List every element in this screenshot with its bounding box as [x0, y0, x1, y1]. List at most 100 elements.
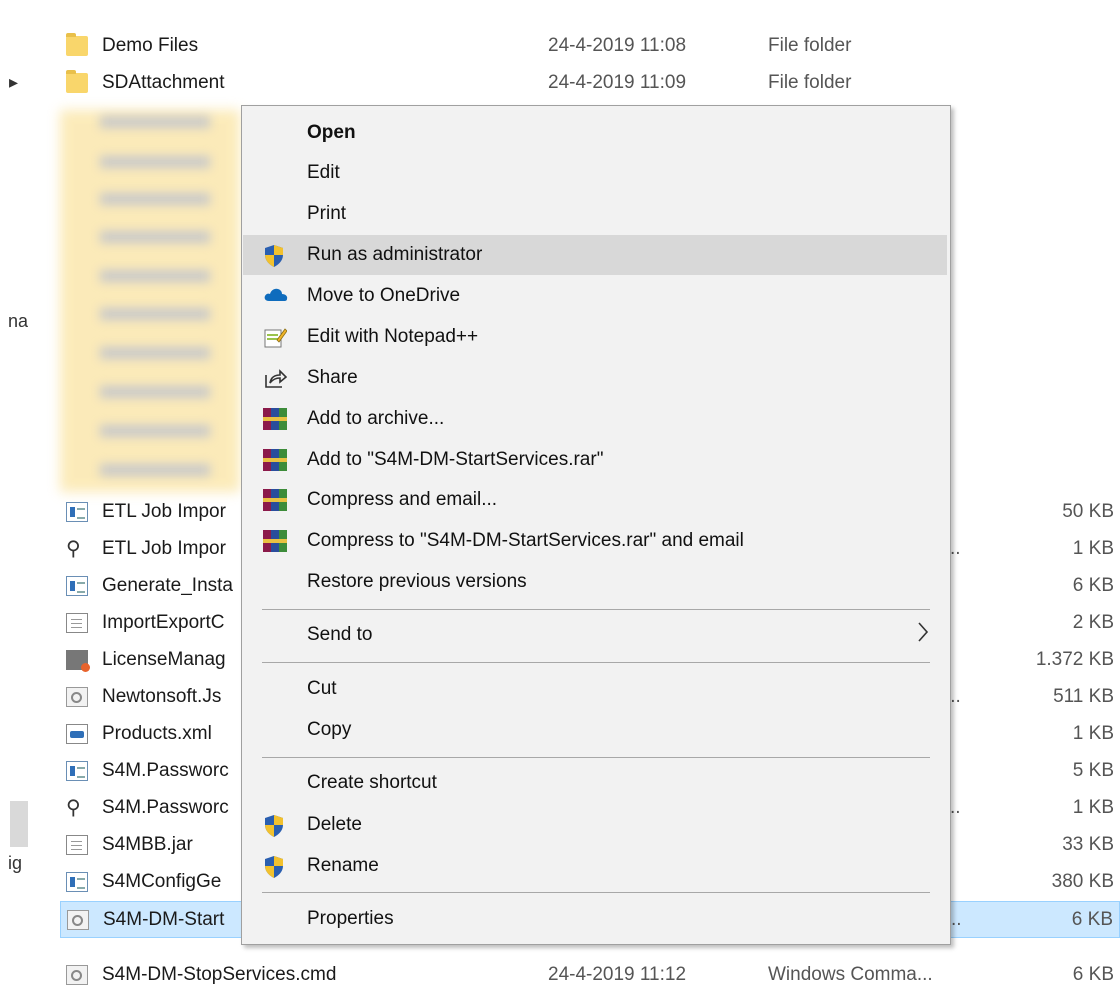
menu-item-label: Send to	[307, 624, 373, 645]
menu-item-print[interactable]: Print	[243, 194, 947, 234]
menu-item-run-as-administrator[interactable]: Run as administrator	[243, 235, 947, 275]
file-size: 6 KB	[1072, 964, 1114, 985]
nav-selected-item[interactable]	[10, 801, 28, 847]
file-date: 24-4-2019 11:08	[548, 35, 687, 56]
nav-item-fragment[interactable]: na	[8, 311, 28, 332]
menu-item-label: Move to OneDrive	[307, 285, 461, 306]
menu-item-label: Print	[307, 203, 347, 224]
folder-icon	[66, 70, 88, 93]
menu-item-label: Compress to "S4M-DM-StartServices.rar" a…	[307, 530, 744, 551]
file-size: 6 KB	[1071, 909, 1113, 930]
menu-item-compress-to-rar-and-email[interactable]: Compress to "S4M-DM-StartServices.rar" a…	[243, 521, 947, 561]
menu-item-restore-previous-versions[interactable]: Restore previous versions	[243, 562, 947, 602]
file-size: 511 KB	[1053, 686, 1114, 707]
file-size: 5 KB	[1072, 760, 1114, 781]
chevron-right-icon	[917, 621, 929, 649]
menu-item-add-to-archive[interactable]: Add to archive...	[243, 399, 947, 439]
library-icon	[66, 687, 88, 707]
menu-separator	[262, 892, 930, 893]
menu-item-label: Rename	[307, 855, 379, 876]
menu-item-delete[interactable]: Delete	[243, 805, 947, 845]
file-row[interactable]: Demo Files 24-4-2019 11:08 File folder	[60, 28, 1120, 65]
menu-item-cut[interactable]: Cut	[243, 669, 947, 709]
file-name: SDAttachment	[102, 72, 225, 93]
file-size: 1.372 KB	[1035, 649, 1114, 670]
file-row[interactable]: SDAttachment 24-4-2019 11:09 File folder	[60, 65, 1120, 102]
file-size: 50 KB	[1062, 501, 1114, 522]
file-name: Products.xml	[102, 723, 212, 744]
file-type: File folder	[768, 72, 852, 93]
onedrive-cloud-icon	[263, 285, 288, 307]
notepadpp-icon	[263, 326, 288, 348]
menu-item-add-to-rar[interactable]: Add to "S4M-DM-StartServices.rar"	[243, 440, 947, 480]
uac-shield-icon	[263, 814, 287, 837]
file-name: ETL Job Impor	[102, 538, 226, 559]
file-type: File folder	[768, 35, 852, 56]
cmd-file-icon	[66, 965, 88, 985]
menu-item-create-shortcut[interactable]: Create shortcut	[243, 763, 947, 803]
file-row[interactable]: S4M-DM-StopServices.cmd 24-4-2019 11:12 …	[60, 957, 1120, 994]
file-name: Generate_Insta	[102, 575, 233, 596]
nav-item-fragment[interactable]: ig	[8, 853, 22, 874]
blurred-row	[100, 116, 210, 128]
file-name: S4M.Passworc	[102, 760, 229, 781]
file-name: Newtonsoft.Js	[102, 686, 222, 707]
blurred-row	[100, 193, 210, 205]
file-name: S4M-DM-StopServices.cmd	[102, 964, 337, 985]
menu-item-label: Share	[307, 367, 358, 388]
menu-item-edit[interactable]: Edit	[243, 153, 947, 193]
blurred-row	[100, 270, 210, 282]
menu-item-label: Copy	[307, 719, 352, 740]
menu-item-label: Properties	[307, 908, 394, 929]
xml-file-icon	[66, 724, 88, 744]
menu-separator	[262, 757, 930, 758]
winrar-icon	[263, 449, 287, 471]
blurred-row	[100, 156, 210, 168]
file-name: S4MConfigGe	[102, 871, 222, 892]
config-file-icon: ⚲	[66, 538, 81, 560]
nav-pin-icon: ▸	[9, 72, 19, 92]
winrar-icon	[263, 408, 287, 430]
menu-item-compress-and-email[interactable]: Compress and email...	[243, 480, 947, 520]
uac-shield-icon	[263, 244, 287, 267]
context-menu: Open Edit Print Run as administrator Mov…	[241, 105, 951, 945]
file-type: ..	[950, 538, 961, 559]
file-size: 1 KB	[1072, 797, 1114, 818]
file-name: S4MBB.jar	[102, 834, 193, 855]
menu-item-edit-with-notepadpp[interactable]: Edit with Notepad++	[243, 317, 947, 357]
license-icon	[66, 650, 90, 672]
menu-item-label: Cut	[307, 678, 337, 699]
application-icon	[66, 502, 88, 522]
file-size: 1 KB	[1072, 723, 1114, 744]
file-size: 2 KB	[1072, 612, 1114, 633]
menu-item-share[interactable]: Share	[243, 358, 947, 398]
file-type: ..	[950, 797, 961, 818]
menu-item-label: Edit with Notepad++	[307, 326, 479, 347]
file-name: LicenseManag	[102, 649, 226, 670]
application-icon	[66, 761, 88, 781]
file-name: ImportExportC	[102, 612, 225, 633]
menu-item-label: Compress and email...	[307, 489, 498, 510]
menu-item-open[interactable]: Open	[243, 113, 947, 153]
application-icon	[66, 576, 88, 596]
file-name: S4M.Passworc	[102, 797, 229, 818]
blurred-row	[100, 308, 210, 320]
menu-separator	[262, 662, 930, 663]
menu-item-label: Edit	[307, 162, 340, 183]
file-name: S4M-DM-Start	[103, 909, 225, 930]
menu-item-rename[interactable]: Rename	[243, 846, 947, 886]
winrar-icon	[263, 489, 287, 511]
menu-item-properties[interactable]: Properties	[243, 899, 947, 939]
menu-item-copy[interactable]: Copy	[243, 710, 947, 750]
file-size: 1 KB	[1072, 538, 1114, 559]
uac-shield-icon	[263, 855, 287, 878]
file-date: 24-4-2019 11:09	[548, 72, 687, 93]
blurred-row	[100, 425, 210, 437]
file-date: 24-4-2019 11:12	[548, 964, 687, 985]
config-file-icon: ⚲	[66, 797, 81, 819]
application-icon	[66, 872, 88, 892]
file-name: ETL Job Impor	[102, 501, 226, 522]
menu-item-move-to-onedrive[interactable]: Move to OneDrive	[243, 276, 947, 316]
menu-item-send-to[interactable]: Send to	[243, 615, 947, 655]
menu-item-label: Open	[307, 122, 356, 143]
